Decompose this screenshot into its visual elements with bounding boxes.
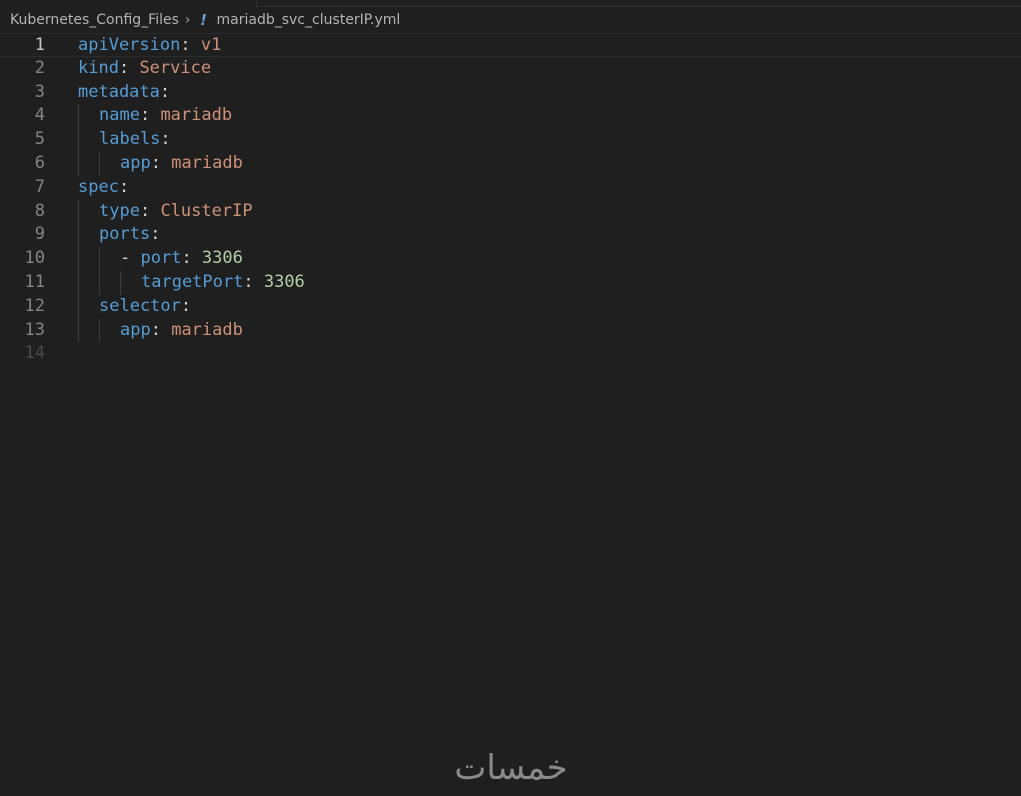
yaml-key: targetPort (141, 271, 244, 292)
line-number: 6 (34, 152, 45, 173)
line-number: 4 (34, 105, 45, 126)
indent-guide (78, 151, 99, 176)
code-line[interactable]: 12 selector: (0, 294, 1021, 319)
line-number: 5 (34, 129, 45, 150)
code-line[interactable]: 10 - port: 3306 (0, 247, 1021, 271)
line-number: 12 (24, 295, 45, 316)
yaml-colon: : (243, 271, 264, 292)
yaml-colon: : (118, 176, 130, 197)
line-number: 14 (24, 343, 45, 364)
yaml-value: mariadb (171, 319, 243, 340)
yaml-colon: : (159, 81, 171, 102)
yaml-colon: : (150, 319, 172, 340)
yaml-key: type (99, 200, 140, 221)
line-number: 1 (34, 35, 45, 55)
yaml-key: app (120, 319, 151, 340)
watermark-logo: خمسات (454, 748, 568, 788)
yaml-key: kind (78, 57, 119, 78)
code-line[interactable]: 13 app: mariadb (0, 318, 1021, 343)
line-number: 11 (24, 271, 45, 292)
yaml-key: app (120, 152, 151, 173)
line-number: 2 (34, 57, 45, 78)
yaml-value: Service (139, 57, 212, 78)
code-line[interactable]: 14 (0, 342, 1021, 366)
indent-guide (120, 270, 141, 295)
line-number: 7 (34, 176, 45, 197)
indent-guide (78, 270, 99, 295)
yaml-colon: : (139, 200, 161, 221)
yaml-colon: : (150, 224, 161, 245)
yaml-colon: : (118, 57, 140, 78)
yaml-key: metadata (78, 81, 160, 102)
yaml-key: port (140, 248, 182, 269)
breadcrumb-file[interactable]: mariadb_svc_clusterIP.yml (217, 12, 401, 28)
code-line[interactable]: 5 labels: (0, 128, 1021, 152)
code-editor[interactable]: 1 apiVersion: v1 2 kind: Service 3 metad… (0, 33, 1021, 733)
yaml-file-icon: ! (200, 11, 207, 29)
yaml-value: 3306 (201, 248, 243, 269)
code-line[interactable]: 1 apiVersion: v1 (0, 33, 1021, 57)
chevron-right-icon: › (184, 12, 191, 28)
code-line[interactable]: 4 name: mariadb (0, 104, 1021, 128)
yaml-colon: : (160, 129, 171, 150)
indent-guide (78, 104, 99, 128)
yaml-value: v1 (200, 35, 222, 55)
line-number: 13 (24, 319, 45, 340)
line-number: 9 (34, 224, 45, 245)
code-line[interactable]: 3 metadata: (0, 81, 1021, 105)
yaml-key: name (99, 105, 140, 126)
yaml-key: apiVersion (78, 35, 181, 55)
indent-guide (78, 318, 99, 343)
yaml-colon: : (139, 105, 161, 126)
yaml-colon: : (181, 248, 202, 269)
breadcrumb-folder[interactable]: Kubernetes_Config_Files (10, 12, 179, 28)
yaml-value: ClusterIP (160, 200, 253, 221)
code-line[interactable]: 7 spec: (0, 176, 1021, 200)
yaml-key: labels (99, 129, 161, 150)
indent-guide (78, 199, 99, 224)
code-line[interactable]: 2 kind: Service (0, 57, 1021, 81)
indent-guide (99, 270, 120, 295)
indent-guide (99, 247, 120, 271)
yaml-key: ports (99, 224, 151, 245)
indent-guide (78, 294, 99, 319)
indent-guide (78, 128, 99, 152)
yaml-value: mariadb (171, 152, 243, 173)
indent-guide (78, 247, 99, 271)
yaml-value: 3306 (263, 271, 305, 292)
code-line[interactable]: 6 app: mariadb (0, 151, 1021, 176)
yaml-value: mariadb (160, 105, 233, 126)
yaml-key: selector (99, 295, 181, 316)
yaml-dash: - (120, 248, 141, 269)
breadcrumb: Kubernetes_Config_Files › ! mariadb_svc_… (10, 9, 400, 31)
tab-bar-edge (256, 0, 1021, 7)
yaml-colon: : (180, 35, 201, 55)
yaml-colon: : (150, 152, 172, 173)
yaml-key: spec (78, 176, 119, 197)
code-line[interactable]: 8 type: ClusterIP (0, 199, 1021, 224)
line-number: 3 (34, 81, 45, 102)
yaml-colon: : (180, 295, 192, 316)
indent-guide (99, 151, 120, 176)
indent-guide (78, 223, 99, 247)
code-line[interactable]: 11 targetPort: 3306 (0, 270, 1021, 295)
code-line[interactable]: 9 ports: (0, 223, 1021, 247)
line-number: 10 (24, 248, 45, 269)
line-number: 8 (34, 200, 45, 221)
indent-guide (99, 318, 120, 343)
